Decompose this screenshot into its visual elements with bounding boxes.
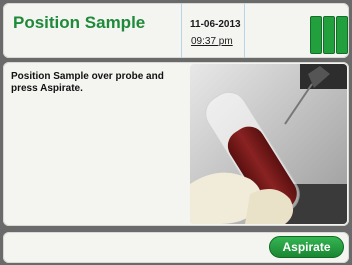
date-display: 11-06-2013 bbox=[190, 19, 241, 30]
header-panel: Position Sample 11-06-2013 09:37 pm bbox=[3, 3, 349, 58]
sample-position-illustration bbox=[190, 64, 347, 224]
datetime-display: 11-06-2013 09:37 pm bbox=[181, 3, 245, 58]
instruction-text: Position Sample over probe and press Asp… bbox=[11, 71, 164, 94]
footer-panel: Aspirate bbox=[3, 232, 349, 263]
main-panel: Position Sample over probe and press Asp… bbox=[3, 62, 349, 226]
status-bar-2 bbox=[323, 16, 335, 54]
aspirate-button[interactable]: Aspirate bbox=[269, 236, 344, 258]
time-display: 09:37 pm bbox=[191, 36, 233, 47]
status-bar-1 bbox=[310, 16, 322, 54]
status-bar-3 bbox=[336, 16, 348, 54]
page-title: Position Sample bbox=[13, 13, 146, 32]
